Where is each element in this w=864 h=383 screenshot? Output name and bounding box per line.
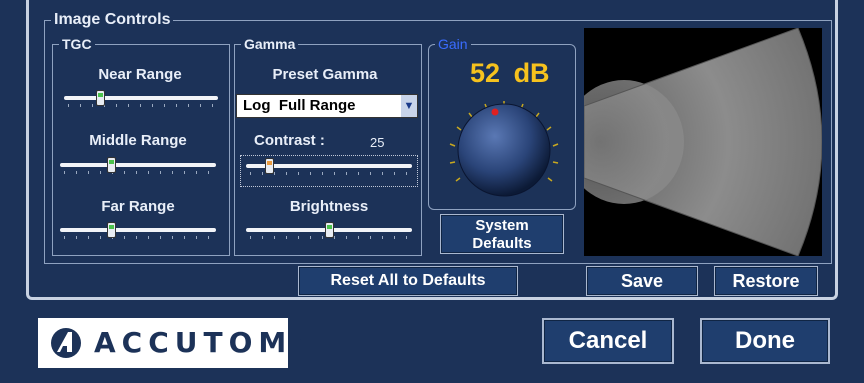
near-range-slider[interactable] [64,90,218,108]
preset-gamma-value: Log Full Range [243,97,356,114]
slider-thumb[interactable] [325,222,334,238]
tgc-title: TGC [59,35,95,53]
image-controls-title: Image Controls [51,11,174,29]
restore-button[interactable]: Restore [714,266,818,296]
brightness-label: Brightness [289,198,369,215]
accutome-logo-text: ACCUTOME [94,326,318,359]
contrast-label: Contrast : [254,132,325,149]
gain-title: Gain [435,35,471,53]
gamma-title: Gamma [241,35,299,53]
far-range-label: Far Range [101,198,175,215]
cancel-button[interactable]: Cancel [542,318,674,364]
save-button[interactable]: Save [586,266,698,296]
gain-readout: 52 dB [470,58,550,89]
gain-value: 52 [470,58,501,88]
brightness-slider[interactable] [246,222,412,240]
preset-gamma-select[interactable]: Log Full Range ▼ [236,94,418,118]
slider-track [60,163,216,167]
slider-thumb[interactable] [107,222,116,238]
slider-track [64,96,218,100]
accutome-logo-icon [51,328,81,358]
slider-track [60,228,216,232]
slider-thumb[interactable] [96,90,105,106]
middle-range-slider[interactable] [60,157,216,175]
reset-all-button[interactable]: Reset All to Defaults [298,266,518,296]
contrast-slider[interactable] [246,158,412,176]
gain-knob[interactable] [446,98,562,198]
chevron-down-icon[interactable]: ▼ [401,95,417,117]
system-defaults-button[interactable]: System Defaults [440,214,564,254]
gain-unit: dB [513,58,550,88]
gain-knob-indicator [491,108,499,116]
slider-ticks [64,236,212,239]
contrast-value: 25 [370,135,385,150]
slider-thumb[interactable] [107,157,116,173]
far-range-slider[interactable] [60,222,216,240]
preset-gamma-label: Preset Gamma [272,66,378,83]
gain-knob-body [457,103,551,197]
accutome-logo: ACCUTOME [38,318,311,368]
slider-thumb[interactable] [265,158,274,174]
slider-ticks [64,171,212,174]
middle-range-label: Middle Range [89,132,187,149]
slider-ticks [68,104,214,107]
done-button[interactable]: Done [700,318,830,364]
ultrasound-image [584,28,822,256]
near-range-label: Near Range [98,66,182,83]
